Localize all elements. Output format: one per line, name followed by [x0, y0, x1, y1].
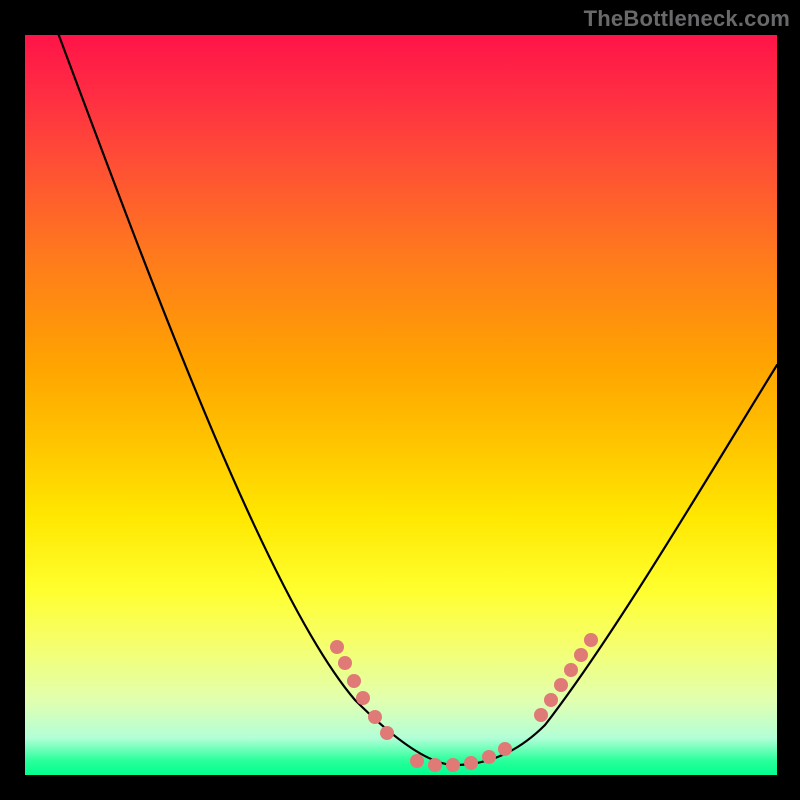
chart-svg	[25, 35, 777, 775]
beads-left	[330, 640, 394, 740]
bottleneck-curve	[55, 35, 777, 765]
chart-frame: TheBottleneck.com	[0, 0, 800, 800]
watermark-text: TheBottleneck.com	[584, 6, 790, 32]
beads-right	[534, 633, 598, 722]
bottleneck-chart	[25, 35, 777, 775]
